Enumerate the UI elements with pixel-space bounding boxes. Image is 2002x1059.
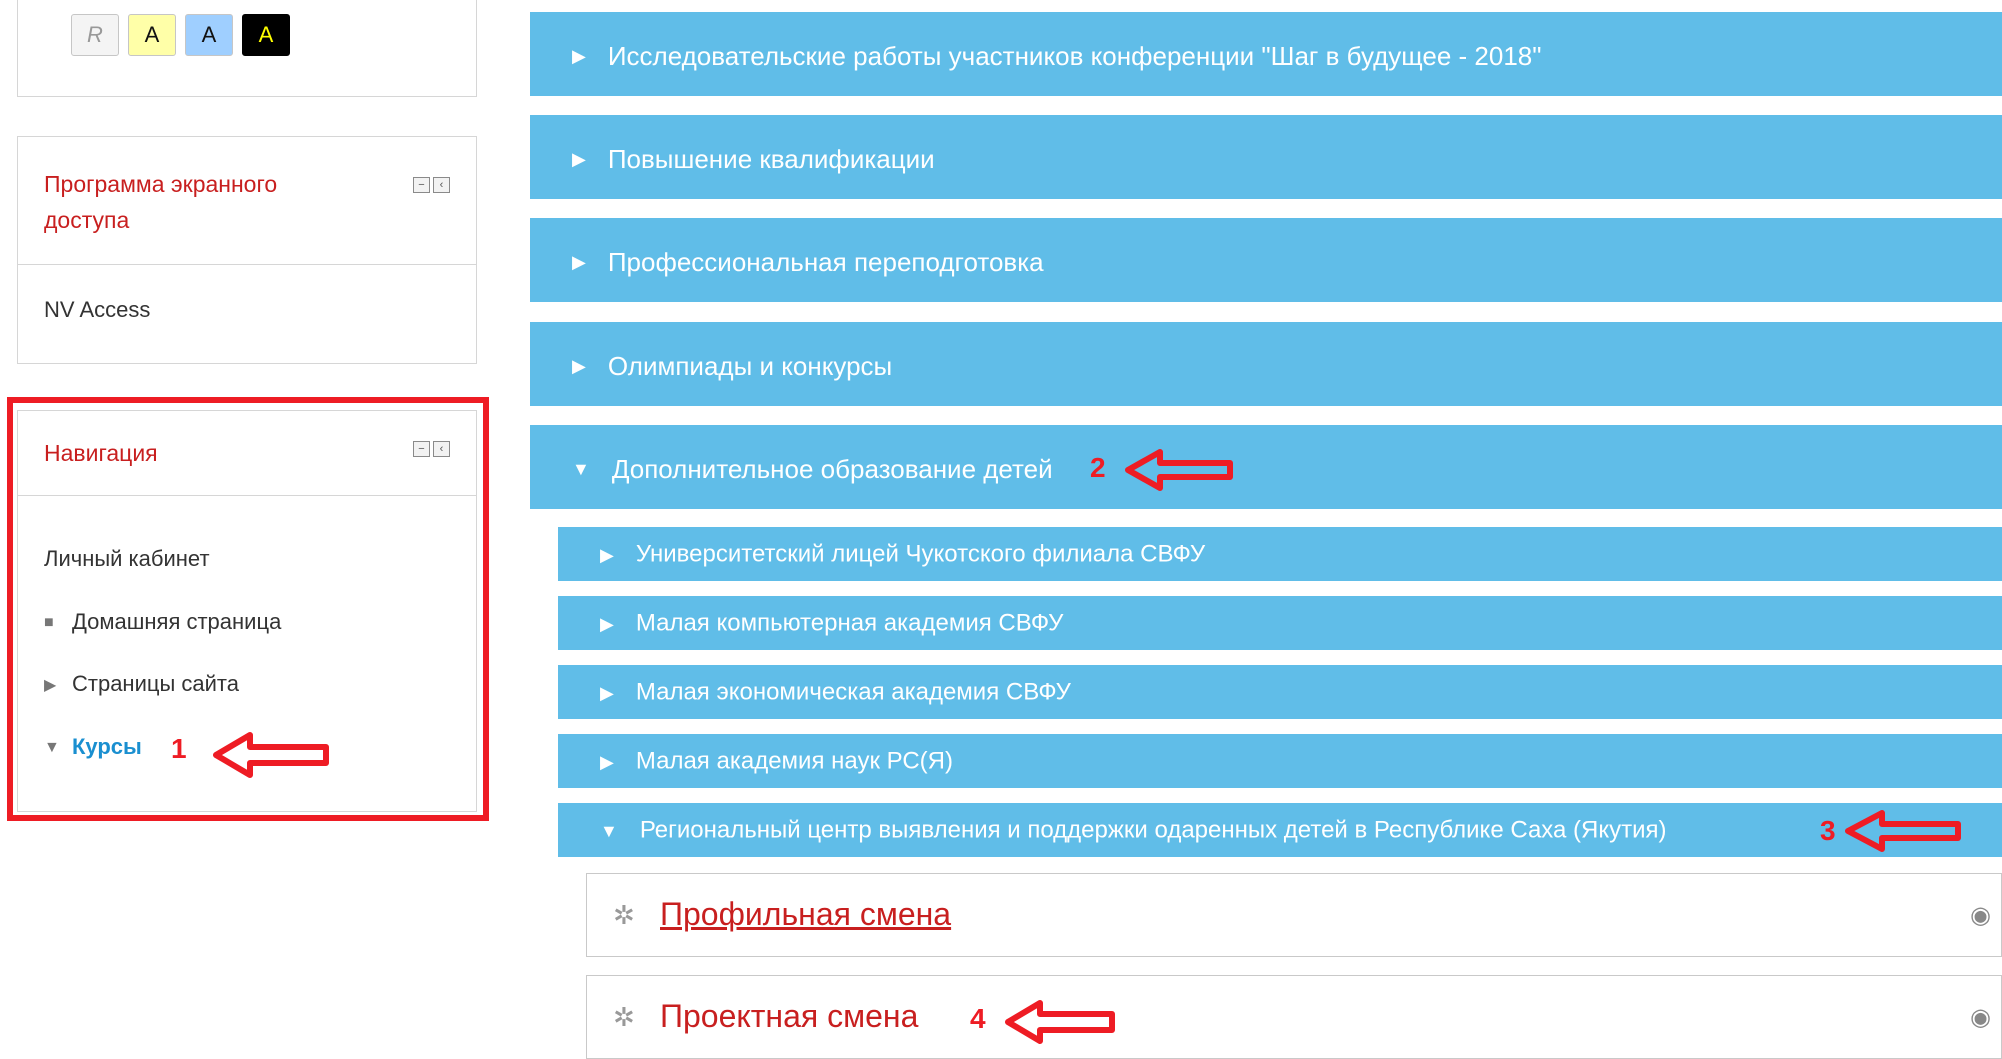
triangle-right-icon: ▶ bbox=[600, 613, 614, 634]
category-item[interactable]: ▶ Профессиональная переподготовка bbox=[530, 218, 2002, 302]
subcategory-item[interactable]: ▶ Малая экономическая академия СВФУ bbox=[558, 665, 2002, 719]
annotation-arrow-icon bbox=[213, 732, 329, 778]
subcategory-item[interactable]: ▶ Малая академия наук РС(Я) bbox=[558, 734, 2002, 788]
course-icon: ✲ bbox=[613, 900, 635, 930]
subcategory-label: Малая экономическая академия СВФУ bbox=[635, 678, 1071, 706]
category-label: Исследовательские работы участников конф… bbox=[607, 41, 1542, 72]
annotation-number: 2 bbox=[1090, 452, 1106, 483]
course-item: ✲ Профильная смена ◉ bbox=[586, 873, 2002, 957]
triangle-right-icon: ▶ bbox=[600, 544, 614, 565]
contrast-blue-button[interactable]: A bbox=[185, 14, 233, 56]
category-label: Повышение квалификации bbox=[607, 144, 935, 175]
course-info-icon[interactable]: ◉ bbox=[1970, 901, 1991, 930]
category-item[interactable]: ▶ Повышение квалификации bbox=[530, 115, 2002, 199]
subcategory-label: Региональный центр выявления и поддержки… bbox=[639, 816, 1667, 844]
subcategory-label: Малая компьютерная академия СВФУ bbox=[635, 609, 1064, 637]
subcategory-item[interactable]: ▶ Университетский лицей Чукотского филиал… bbox=[558, 527, 2002, 581]
annotation-number: 1 bbox=[171, 733, 187, 764]
triangle-right-icon: ▶ bbox=[600, 751, 614, 772]
block-controls: − ‹ bbox=[413, 177, 450, 193]
category-label: Олимпиады и конкурсы bbox=[607, 351, 893, 382]
accessibility-block: R A A A bbox=[17, 0, 477, 97]
course-info-icon[interactable]: ◉ bbox=[1970, 1003, 1991, 1032]
triangle-right-icon: ▶ bbox=[600, 682, 614, 703]
annotation-arrow-icon bbox=[1125, 449, 1233, 491]
annotation-arrow-icon bbox=[1005, 1000, 1115, 1044]
screen-reader-block-title: Программа экранного доступа bbox=[44, 171, 278, 233]
course-title-link[interactable]: Проектная смена bbox=[660, 998, 918, 1035]
collapse-block-icon[interactable]: − bbox=[413, 177, 430, 193]
subcategory-item[interactable]: ▶ Малая компьютерная академия СВФУ bbox=[558, 596, 2002, 650]
annotation-arrow-icon bbox=[1845, 810, 1961, 852]
course-item: ✲ Проектная смена ◉ bbox=[586, 975, 2002, 1059]
course-icon: ✲ bbox=[613, 1002, 635, 1032]
category-item[interactable]: ▶ Исследовательские работы участников кон… bbox=[530, 12, 2002, 96]
triangle-right-icon: ▶ bbox=[572, 356, 586, 377]
contrast-black-button[interactable]: A bbox=[242, 14, 290, 56]
category-label: Дополнительное образование детей bbox=[611, 454, 1053, 485]
course-title-link[interactable]: Профильная смена bbox=[660, 896, 951, 933]
subcategory-label: Университетский лицей Чукотского филиала… bbox=[635, 540, 1206, 568]
triangle-right-icon: ▶ bbox=[572, 149, 586, 170]
category-label: Профессиональная переподготовка bbox=[607, 247, 1044, 278]
triangle-down-icon: ▼ bbox=[572, 459, 590, 480]
block-header: Программа экранного доступа − ‹ bbox=[18, 137, 476, 265]
nv-access-link[interactable]: NV Access bbox=[44, 297, 150, 323]
category-item[interactable]: ▶ Олимпиады и конкурсы bbox=[530, 322, 2002, 406]
dock-block-icon[interactable]: ‹ bbox=[433, 177, 450, 193]
subcategory-label: Малая академия наук РС(Я) bbox=[635, 747, 953, 775]
contrast-buttons: R A A A bbox=[71, 14, 290, 56]
screen-reader-block: Программа экранного доступа − ‹ NV Acces… bbox=[17, 136, 477, 364]
contrast-yellow-button[interactable]: A bbox=[128, 14, 176, 56]
category-item-expanded[interactable]: ▼ Дополнительное образование детей bbox=[530, 425, 2002, 509]
subcategory-item-expanded[interactable]: ▼ Региональный центр выявления и поддержк… bbox=[558, 803, 2002, 857]
triangle-right-icon: ▶ bbox=[572, 46, 586, 67]
triangle-right-icon: ▶ bbox=[572, 252, 586, 273]
triangle-down-icon: ▼ bbox=[600, 820, 618, 841]
annotation-number: 4 bbox=[970, 1003, 986, 1034]
contrast-default-button[interactable]: R bbox=[71, 14, 119, 56]
annotation-number: 3 bbox=[1820, 815, 1836, 846]
